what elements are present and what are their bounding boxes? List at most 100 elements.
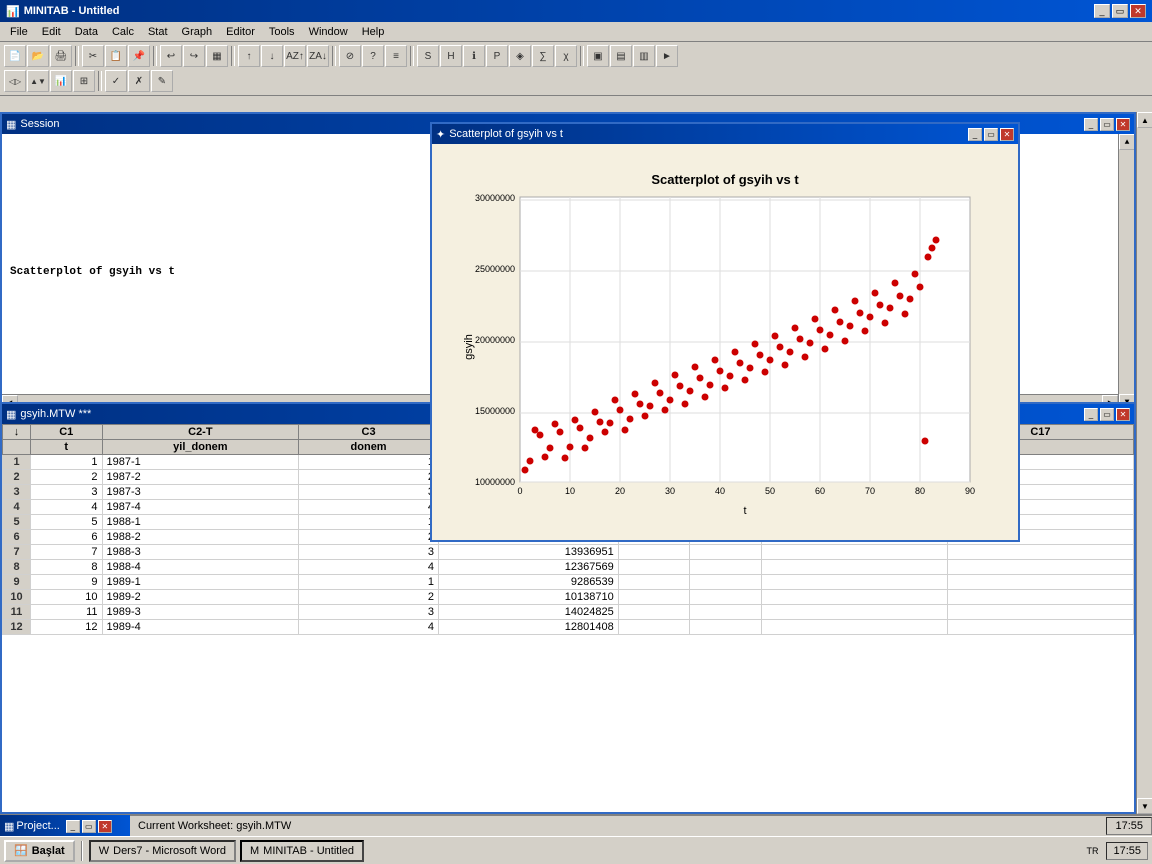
cell-donem[interactable]: 4: [299, 620, 439, 635]
start-button[interactable]: 🪟 Başlat: [4, 840, 75, 862]
cell-t[interactable]: 4: [31, 500, 103, 515]
cell-gsyih[interactable]: 14024825: [438, 605, 618, 620]
worksheet-btn[interactable]: ▦: [206, 45, 228, 67]
cell-yil[interactable]: 1987-4: [102, 500, 299, 515]
cell-yil[interactable]: 1989-2: [102, 590, 299, 605]
proj-btn[interactable]: P: [486, 45, 508, 67]
cell-gsyih[interactable]: 10138710: [438, 590, 618, 605]
session-scrollbar[interactable]: ▲ ▼: [1118, 134, 1134, 410]
cut-btn[interactable]: ✂: [82, 45, 104, 67]
cell-c5[interactable]: [618, 545, 690, 560]
cell-gsyih[interactable]: 9286539: [438, 575, 618, 590]
data-restore[interactable]: ▭: [1100, 408, 1114, 421]
var-btn[interactable]: χ: [555, 45, 577, 67]
cell-donem[interactable]: 2: [299, 470, 439, 485]
cell-donem[interactable]: 2: [299, 530, 439, 545]
cell-t[interactable]: 5: [31, 515, 103, 530]
tb2-3[interactable]: 📊: [50, 70, 72, 92]
menu-stat[interactable]: Stat: [142, 24, 174, 40]
cell-yil[interactable]: 1989-4: [102, 620, 299, 635]
cell-yil[interactable]: 1989-3: [102, 605, 299, 620]
menu-calc[interactable]: Calc: [106, 24, 140, 40]
col-down[interactable]: ↓: [261, 45, 283, 67]
minimize-button[interactable]: _: [1094, 4, 1110, 18]
cell-yil[interactable]: 1987-2: [102, 470, 299, 485]
main-scroll-down[interactable]: ▼: [1137, 798, 1152, 814]
tb2-7[interactable]: ✎: [151, 70, 173, 92]
cell-yil[interactable]: 1988-3: [102, 545, 299, 560]
cell-t[interactable]: 9: [31, 575, 103, 590]
scatter-close[interactable]: ✕: [1000, 128, 1014, 141]
cell-yil[interactable]: 1988-1: [102, 515, 299, 530]
cell-c5[interactable]: [618, 605, 690, 620]
menu-editor[interactable]: Editor: [220, 24, 261, 40]
cell-t[interactable]: 8: [31, 560, 103, 575]
cell-c17[interactable]: [947, 545, 1133, 560]
cell-donem[interactable]: 2: [299, 590, 439, 605]
proj-close[interactable]: ✕: [98, 820, 112, 833]
menu-graph[interactable]: Graph: [176, 24, 219, 40]
help-btn[interactable]: ?: [362, 45, 384, 67]
cell-c17[interactable]: [947, 620, 1133, 635]
menu-edit[interactable]: Edit: [36, 24, 67, 40]
calc2-btn[interactable]: ∑: [532, 45, 554, 67]
menu-window[interactable]: Window: [303, 24, 354, 40]
scatter-minimize[interactable]: _: [968, 128, 982, 141]
cell-c6[interactable]: [690, 605, 762, 620]
cell-c5[interactable]: [618, 560, 690, 575]
scroll-up[interactable]: ▲: [1119, 134, 1134, 150]
cell-c5[interactable]: [618, 620, 690, 635]
new-btn[interactable]: 📄: [4, 45, 26, 67]
cell-c6[interactable]: [690, 545, 762, 560]
cell-yil[interactable]: 1987-1: [102, 455, 299, 470]
scatter-restore[interactable]: ▭: [984, 128, 998, 141]
taskbar-minitab[interactable]: M MINITAB - Untitled: [240, 840, 364, 862]
cell-donem[interactable]: 3: [299, 485, 439, 500]
cell-yil[interactable]: 1987-3: [102, 485, 299, 500]
col-sort-az[interactable]: AZ↑: [284, 45, 306, 67]
cell-donem[interactable]: 4: [299, 560, 439, 575]
main-scrollbar[interactable]: ▲ ▼: [1136, 112, 1152, 814]
data-close[interactable]: ✕: [1116, 408, 1130, 421]
col5-btn[interactable]: ▥: [633, 45, 655, 67]
session-close[interactable]: ✕: [1116, 118, 1130, 131]
tb2-6[interactable]: ✗: [128, 70, 150, 92]
cell-yil[interactable]: 1988-2: [102, 530, 299, 545]
hist-btn[interactable]: H: [440, 45, 462, 67]
cell-t[interactable]: 6: [31, 530, 103, 545]
session-restore[interactable]: ▭: [1100, 118, 1114, 131]
col3-btn[interactable]: ▣: [587, 45, 609, 67]
cell-t[interactable]: 3: [31, 485, 103, 500]
cell-donem[interactable]: 4: [299, 500, 439, 515]
copy-btn[interactable]: 📋: [105, 45, 127, 67]
cmd-btn[interactable]: ≡: [385, 45, 407, 67]
print-btn[interactable]: 🖨: [50, 45, 72, 67]
cell-t[interactable]: 1: [31, 455, 103, 470]
data-minimize[interactable]: _: [1084, 408, 1098, 421]
cell-gsyih[interactable]: 12801408: [438, 620, 618, 635]
cell-c17[interactable]: [947, 575, 1133, 590]
proj-minimize[interactable]: _: [66, 820, 80, 833]
tb2-5[interactable]: ✓: [105, 70, 127, 92]
session-btn[interactable]: S: [417, 45, 439, 67]
col4-btn[interactable]: ▤: [610, 45, 632, 67]
cell-yil[interactable]: 1989-1: [102, 575, 299, 590]
tb2-1[interactable]: ◁▷: [4, 70, 26, 92]
col-sort-za[interactable]: ZA↓: [307, 45, 329, 67]
tb2-4[interactable]: ⊞: [73, 70, 95, 92]
cell-c6[interactable]: [690, 575, 762, 590]
undo-btn[interactable]: ↩: [160, 45, 182, 67]
cell-yil[interactable]: 1988-4: [102, 560, 299, 575]
cell-donem[interactable]: 3: [299, 605, 439, 620]
menu-data[interactable]: Data: [69, 24, 104, 40]
cell-t[interactable]: 2: [31, 470, 103, 485]
cell-c17[interactable]: [947, 590, 1133, 605]
cell-donem[interactable]: 1: [299, 455, 439, 470]
cell-donem[interactable]: 1: [299, 575, 439, 590]
cell-t[interactable]: 11: [31, 605, 103, 620]
main-scroll-up[interactable]: ▲: [1137, 112, 1152, 128]
redo-btn[interactable]: ↪: [183, 45, 205, 67]
stop-btn[interactable]: ⊘: [339, 45, 361, 67]
cell-c17[interactable]: [947, 605, 1133, 620]
proj-restore[interactable]: ▭: [82, 820, 96, 833]
